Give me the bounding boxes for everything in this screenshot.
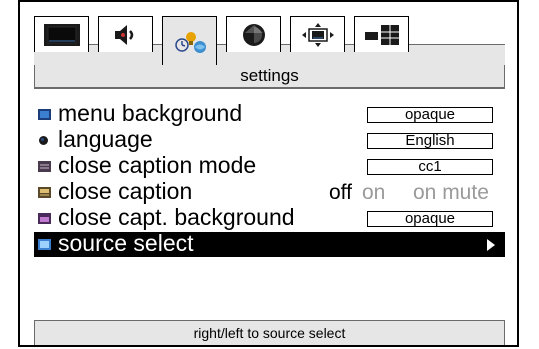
menu-item-language[interactable]: language English (34, 126, 505, 153)
tab-audio[interactable] (98, 16, 153, 52)
chevron-right-icon[interactable] (487, 239, 495, 251)
menu-item-label: close caption (58, 178, 193, 204)
menu-item-label: menu background (58, 100, 243, 126)
pip-icon (364, 24, 399, 45)
caption-option-on[interactable]: on (362, 179, 385, 206)
menu-background-value[interactable]: opaque (367, 107, 493, 123)
menu-item-label: close capt. background (58, 204, 295, 230)
close-caption-mode-value[interactable]: cc1 (367, 159, 493, 175)
caption-background-icon (38, 213, 51, 224)
globe-icon (39, 136, 48, 145)
language-value[interactable]: English (367, 133, 493, 149)
position-icon (301, 22, 334, 47)
caption-mode-icon (38, 161, 51, 172)
menu-item-menu-background[interactable]: menu background opaque (34, 100, 505, 127)
page-title: settings (34, 65, 505, 89)
help-text: right/left to source select (34, 320, 505, 345)
speaker-icon (114, 24, 133, 45)
tab-picture[interactable] (34, 16, 89, 52)
tab-position[interactable] (290, 16, 345, 52)
caption-option-on-mute[interactable]: on mute (413, 179, 489, 206)
settings-tools-icon (174, 31, 206, 53)
osd-menu-panel: settings menu background opaque language… (18, 0, 519, 347)
menu-item-label: source select (58, 230, 194, 256)
menu-item-label: close caption mode (58, 152, 257, 178)
tab-settings[interactable] (162, 16, 217, 66)
tab-pip[interactable] (354, 16, 409, 52)
source-icon (38, 239, 51, 250)
menu-item-close-caption[interactable]: close caption off on on mute (34, 178, 505, 206)
brightness-icon (242, 23, 265, 46)
settings-menu: menu background opaque language English … (34, 100, 505, 258)
monitor-icon (43, 23, 80, 46)
menu-background-icon (38, 109, 51, 120)
caption-icon (38, 187, 51, 198)
tab-brightness[interactable] (226, 16, 281, 52)
menu-item-label: language (58, 126, 153, 152)
menu-item-source-select[interactable]: source select (34, 230, 505, 257)
tab-strip (34, 16, 505, 67)
close-capt-background-value[interactable]: opaque (367, 211, 493, 227)
menu-item-close-capt-background[interactable]: close capt. background opaque (34, 204, 505, 231)
caption-option-off[interactable]: off (329, 179, 352, 206)
menu-item-close-caption-mode[interactable]: close caption mode cc1 (34, 152, 505, 179)
